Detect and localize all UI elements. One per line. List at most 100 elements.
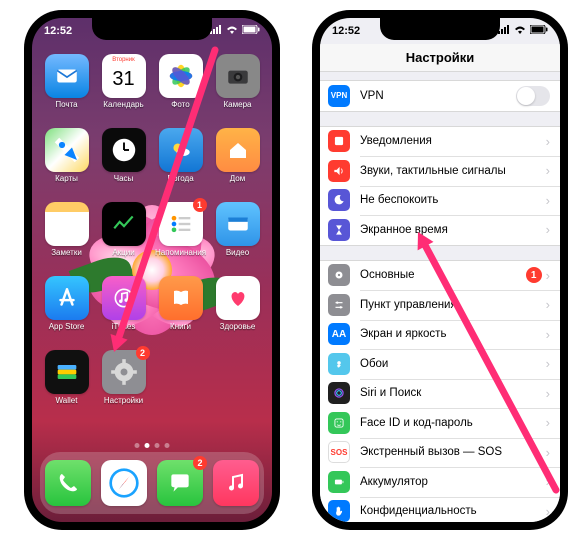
status-time: 12:52 [44, 25, 72, 37]
safari-icon [101, 460, 147, 506]
health-icon [216, 276, 260, 320]
settings-row-hand[interactable]: Конфиденциальность› [320, 497, 560, 523]
wifi-icon [514, 25, 526, 37]
battery-icon [328, 471, 350, 493]
row-label: Не беспокоить [360, 194, 542, 206]
row-label: VPN [360, 90, 516, 102]
status-time: 12:52 [332, 25, 360, 37]
settings-row-sound[interactable]: Звуки, тактильные сигналы› [320, 156, 560, 186]
app-health[interactable]: Здоровье [211, 276, 264, 342]
control-icon [328, 294, 350, 316]
chevron-right-icon: › [546, 445, 550, 460]
app-camera[interactable]: Камера [211, 54, 264, 120]
dock-app-msg[interactable]: 2 [157, 460, 203, 506]
photos-icon [159, 54, 203, 98]
chevron-right-icon: › [546, 134, 550, 149]
app-photos[interactable]: Фото [154, 54, 207, 120]
calendar-icon: Вторник31 [102, 54, 146, 98]
app-label: Часы [114, 174, 134, 183]
settings-row-face[interactable]: Face ID и код-пароль › [320, 408, 560, 438]
dock-app-safari[interactable] [101, 460, 147, 506]
chevron-right-icon: › [546, 193, 550, 208]
settings-row-control[interactable]: Пункт управления› [320, 290, 560, 320]
settings-row-dnd[interactable]: Не беспокоить › [320, 186, 560, 216]
app-notes[interactable]: Заметки [40, 202, 93, 268]
canvas: 12:52 Почта Вторник31 Календарь Фото Камера К… [0, 0, 584, 551]
maps-icon [45, 128, 89, 172]
app-label: Настройки [104, 396, 143, 405]
app-label: iTunes [112, 322, 136, 331]
siri-icon [328, 382, 350, 404]
settings-row-gear[interactable]: Основные1› [320, 261, 560, 291]
chevron-right-icon: › [546, 327, 550, 342]
chevron-right-icon: › [546, 222, 550, 237]
app-label: Календарь [103, 100, 143, 109]
app-label: Погода [167, 174, 193, 183]
app-label: Wallet [56, 396, 78, 405]
app-mail[interactable]: Почта [40, 54, 93, 120]
app-grid: Почта Вторник31 Календарь Фото Камера Карты Ча… [32, 50, 272, 442]
weather-icon [159, 128, 203, 172]
notes-icon [45, 202, 89, 246]
app-video[interactable]: Видео [211, 202, 264, 268]
notch [380, 18, 500, 40]
status-icons [498, 25, 548, 37]
settings-row-hourglass[interactable]: Экранное время› [320, 215, 560, 245]
app-maps[interactable]: Карты [40, 128, 93, 194]
badge: 2 [193, 456, 207, 470]
chevron-right-icon: › [546, 356, 550, 371]
row-label: Face ID и код-пароль [360, 417, 542, 429]
dock-app-phone[interactable] [45, 460, 91, 506]
app-label: Фото [171, 100, 189, 109]
notif-icon [328, 130, 350, 152]
dock-app-music[interactable] [213, 460, 259, 506]
appstore-icon [45, 276, 89, 320]
app-label: Почта [55, 100, 77, 109]
face-icon [328, 412, 350, 434]
app-clock[interactable]: Часы [97, 128, 150, 194]
settings-row-wallpaper[interactable]: Обои› [320, 349, 560, 379]
app-label: App Store [49, 322, 85, 331]
app-cal[interactable]: Вторник31 Календарь [97, 54, 150, 120]
display-icon: AA [328, 323, 350, 345]
chevron-right-icon: › [546, 163, 550, 178]
app-weather[interactable]: Погода [154, 128, 207, 194]
stocks-icon [102, 202, 146, 246]
settings-row-siri[interactable]: Siri и Поиск› [320, 379, 560, 409]
settings-row-battery[interactable]: Аккумулятор› [320, 467, 560, 497]
settings-title-bar: Настройки [320, 44, 560, 72]
row-label: Аккумулятор [360, 476, 542, 488]
app-itunes[interactable]: iTunes [97, 276, 150, 342]
settings-row-sos[interactable]: SOSЭкстренный вызов — SOS› [320, 438, 560, 468]
app-label: Камера [224, 100, 252, 109]
app-appstore[interactable]: App Store [40, 276, 93, 342]
app-label: Напоминания [155, 248, 206, 257]
dnd-icon [328, 189, 350, 211]
toggle[interactable] [516, 86, 550, 106]
video-icon [216, 202, 260, 246]
settings-row-notif[interactable]: Уведомления › [320, 127, 560, 157]
status-icons [210, 25, 260, 37]
battery-icon [242, 25, 260, 37]
camera-icon [216, 54, 260, 98]
app-label: Карты [55, 174, 78, 183]
app-wallet[interactable]: Wallet [40, 350, 93, 416]
gear-icon [328, 264, 350, 286]
sos-icon: SOS [328, 441, 350, 463]
app-gear[interactable]: 2Настройки [97, 350, 150, 416]
app-home[interactable]: Дом [211, 128, 264, 194]
settings-list[interactable]: VPNVPNУведомления›Звуки, тактильные сигн… [320, 74, 560, 522]
wallet-icon [45, 350, 89, 394]
chevron-right-icon: › [546, 386, 550, 401]
page-indicator [135, 443, 170, 448]
app-stocks[interactable]: Акции [97, 202, 150, 268]
wallpaper-icon [328, 353, 350, 375]
chevron-right-icon: › [546, 297, 550, 312]
app-books[interactable]: Книги [154, 276, 207, 342]
settings-row-vpn[interactable]: VPNVPN [320, 81, 560, 111]
chevron-right-icon: › [546, 415, 550, 430]
row-label: Конфиденциальность [360, 505, 542, 517]
row-label: Уведомления [360, 135, 542, 147]
app-remind[interactable]: 1Напоминания [154, 202, 207, 268]
settings-row-display[interactable]: AAЭкран и яркость› [320, 320, 560, 350]
